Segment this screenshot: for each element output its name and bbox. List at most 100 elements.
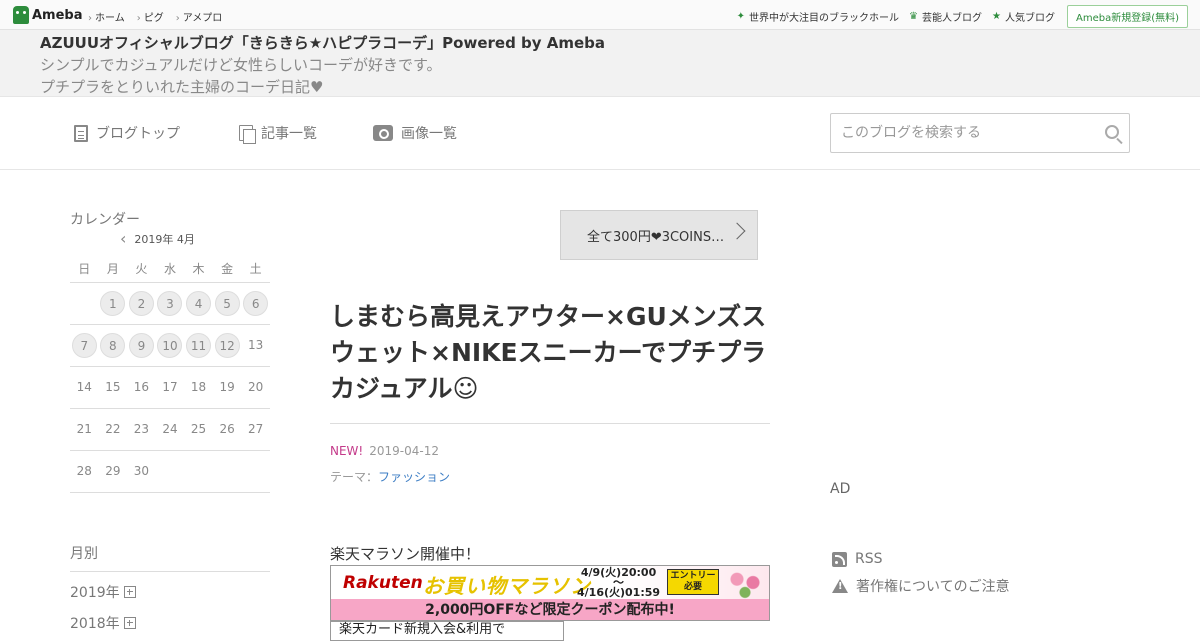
blog-title[interactable]: AZUUUオフィシャルブログ「きらきら★ハピプラコーデ」Powered by A… [40,32,605,53]
calendar-day: 30 [133,463,150,478]
calendar-day[interactable]: 2 [128,290,154,316]
tulip-illustration [725,566,765,599]
copyright-label: 著作権についてのご注意 [856,579,1010,595]
new-badge: NEW! [330,444,364,458]
calendar-heading: カレンダー [70,212,140,228]
blog-search-box [830,113,1130,153]
calendar-day[interactable]: 7 [71,332,97,358]
register-button[interactable]: Ameba新規登録(無料) [1066,5,1188,28]
banner-date-end: 4/16(火)01:59 [577,586,661,599]
entry-required-badge: エントリー 必要 [667,569,719,595]
rss-icon [832,551,847,567]
ameba-logo[interactable]: Ameba [13,6,83,24]
calendar-day: 14 [76,379,92,394]
sparkle-icon: ✦ [736,11,746,22]
weekday-tue: 火 [127,256,156,283]
search-icon[interactable] [1105,125,1119,139]
next-entry-link[interactable]: 全て300円❤3COINS… [560,210,758,260]
calendar-day[interactable]: 11 [186,332,212,358]
calendar-cell: 4 [184,282,213,325]
rss-link[interactable]: RSS [832,549,1010,569]
rakuten-marathon-banner[interactable]: Rakuten お買い物マラソン 4/9(火)20:00 〜 4/16(火)01… [330,565,770,621]
banner-coupon: 2,000円OFFなど限定クーポン配布中! [331,599,769,620]
chevron-left-icon[interactable]: ‹ [120,229,126,248]
archive-heading: 月別 [70,543,270,572]
celebrity-blog-link[interactable]: ♛ 芸能人ブログ [909,9,982,24]
theme-label: テーマ： [330,470,379,484]
calendar-cell: 18 [184,366,213,409]
ameba-logo-icon [13,6,29,24]
calendar-day: 25 [190,421,207,436]
expand-icon[interactable] [123,585,136,598]
warning-icon [832,579,848,593]
calendar-cell: 12 [212,324,242,367]
nav-blog-top-label: ブログトップ [96,126,180,142]
calendar-week: 7 8 9 10 11 12 13 [70,324,270,367]
calendar-cell [155,450,185,493]
sidebar: カレンダー ‹ 2019年 4月 日 月 火 水 木 金 土 123456789… [70,209,270,632]
nav-blog-top[interactable]: ブログトップ [74,123,180,143]
calendar-cell: 20 [241,366,270,409]
global-topbar: Ameba ホーム ピグ アメプロ ✦ 世界中が大注目のブラックホール ♛ 芸能… [0,0,1200,30]
blog-search-input[interactable] [831,114,1081,152]
calendar-week: 28 29 30 [70,450,270,493]
right-links: RSS 著作権についてのご注意 [832,549,1010,603]
calendar-day: 26 [219,421,235,436]
calendar-day: 13 [248,337,264,352]
calendar-cell: 23 [127,408,156,451]
archive-year-2018[interactable]: 2018年 [70,611,270,634]
calendar-day[interactable]: 8 [100,332,126,358]
calendar-cell: 1 [98,282,128,325]
calendar-day[interactable]: 3 [157,290,183,316]
calendar-day[interactable]: 10 [157,332,183,358]
calendar-cell: 13 [241,324,270,367]
calendar-cell: 11 [184,324,213,367]
top-nav-amepro[interactable]: アメプロ [176,9,223,24]
calendar-cell [212,450,242,493]
expand-icon[interactable] [123,616,136,629]
entry-date: 2019-04-12 [369,444,439,458]
weekday-sat: 土 [241,256,270,283]
theme-link[interactable]: ファッション [378,470,450,484]
blog-description-line1: シンプルでカジュアルだけど女性らしいコーデが好きです。 [40,56,442,74]
calendar-day: 16 [133,379,150,394]
crown-icon: ♛ [909,11,919,22]
calendar-cell: 24 [155,408,185,451]
calendar-day[interactable]: 12 [214,332,240,358]
calendar-cell: 6 [241,282,270,325]
nav-image-list[interactable]: 画像一覧 [373,123,457,143]
calendar-cell: 8 [98,324,128,367]
calendar-day[interactable]: 4 [186,290,212,316]
top-nav-pigg[interactable]: ピグ [137,9,164,24]
copyright-notice-link[interactable]: 著作権についてのご注意 [832,576,1010,596]
ameba-logo-text: Ameba [32,7,83,23]
archive-year-2019[interactable]: 2019年 [70,580,270,603]
entry-title[interactable]: しまむら高見えアウター×GUメンズスウェット×NIKEスニーカーでプチプラカジュ… [330,299,770,407]
nav-entry-list-label: 記事一覧 [261,126,317,142]
blackhole-link[interactable]: ✦ 世界中が大注目のブラックホール [737,9,899,24]
monthly-archive: 月別 2019年 2018年 [70,543,270,634]
divider [330,423,770,424]
blog-description-line2: プチプラをとりいれた主婦のコーデ日記♥ [40,78,324,96]
top-nav-home[interactable]: ホーム [88,9,125,24]
archive-year-2019-label: 2019年 [70,584,120,601]
calendar-day[interactable]: 1 [100,290,126,316]
calendar-cell: 25 [184,408,213,451]
star-icon: ★ [992,11,1001,22]
entry-required-line2: 必要 [683,582,702,592]
calendar-month-nav: ‹ 2019年 4月 [120,229,195,248]
entry-meta: NEW! 2019-04-12 [330,444,439,458]
blackhole-label: 世界中が大注目のブラックホール [749,13,900,24]
nav-entry-list[interactable]: 記事一覧 [239,123,317,144]
calendar-day[interactable]: 6 [243,290,269,316]
rakuten-card-banner[interactable]: 楽天カード新規入会&利用で [330,621,564,641]
calendar-days: 1 2 3 4 5 6 7 8 9 10 11 12 13 14 15 16 17 18 19 20 21 22 23 24 2… [70,282,270,493]
calendar-day: 15 [105,379,121,394]
calendar-day[interactable]: 5 [214,290,240,316]
popular-blog-link[interactable]: ★ 人気ブログ [992,9,1055,24]
calendar-day: 28 [76,463,92,478]
calendar-day[interactable]: 9 [128,332,154,358]
calendar-cell: 30 [127,450,156,493]
calendar-cell: 29 [98,450,128,493]
calendar-cell: 7 [70,324,99,367]
